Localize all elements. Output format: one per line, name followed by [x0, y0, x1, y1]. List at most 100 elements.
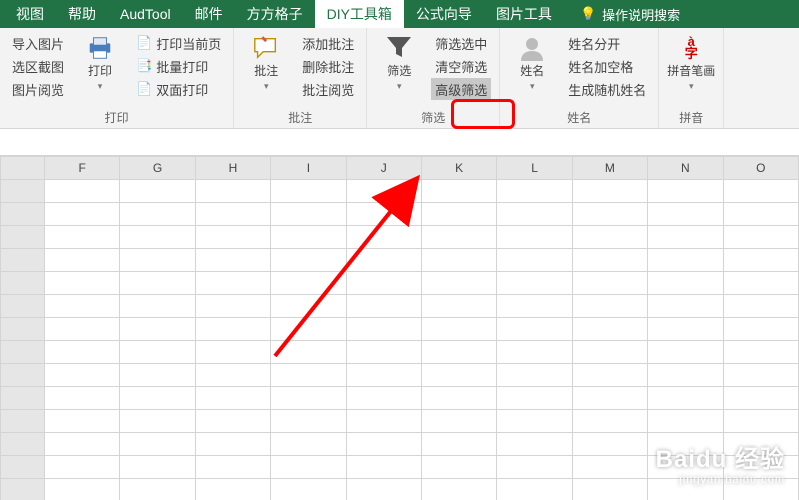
cell[interactable]: [497, 456, 572, 479]
cell[interactable]: [195, 203, 270, 226]
row-header[interactable]: [1, 456, 45, 479]
cell[interactable]: [346, 479, 421, 500]
cell[interactable]: [572, 295, 647, 318]
cell[interactable]: [45, 203, 120, 226]
cell[interactable]: [421, 226, 496, 249]
cell[interactable]: [421, 387, 496, 410]
cell[interactable]: [723, 295, 798, 318]
cell[interactable]: [723, 318, 798, 341]
cell[interactable]: [195, 410, 270, 433]
cell[interactable]: [648, 180, 723, 203]
cell[interactable]: [45, 387, 120, 410]
cell[interactable]: [45, 295, 120, 318]
cell[interactable]: [45, 410, 120, 433]
cell[interactable]: [120, 479, 195, 500]
cell[interactable]: [195, 433, 270, 456]
cell[interactable]: [497, 387, 572, 410]
cell[interactable]: [45, 249, 120, 272]
cell[interactable]: [421, 295, 496, 318]
duplex-print-button[interactable]: 📄双面打印: [132, 78, 225, 100]
cell[interactable]: [723, 387, 798, 410]
pinyin-stroke-button[interactable]: à字 拼音笔画▾: [667, 32, 715, 93]
col-header[interactable]: J: [346, 157, 421, 180]
cell[interactable]: [120, 433, 195, 456]
cell[interactable]: [572, 387, 647, 410]
cell[interactable]: [572, 249, 647, 272]
cell[interactable]: [195, 479, 270, 500]
row-header[interactable]: [1, 364, 45, 387]
tab-audtool[interactable]: AudTool: [108, 0, 183, 28]
cell[interactable]: [497, 318, 572, 341]
cell[interactable]: [271, 249, 346, 272]
col-header[interactable]: K: [421, 157, 496, 180]
cell[interactable]: [120, 180, 195, 203]
filter-selected-button[interactable]: 筛选选中: [431, 32, 491, 54]
cell[interactable]: [120, 249, 195, 272]
cell[interactable]: [346, 249, 421, 272]
import-picture-button[interactable]: 导入图片: [8, 32, 68, 54]
cell[interactable]: [45, 341, 120, 364]
cell[interactable]: [271, 180, 346, 203]
cell[interactable]: [421, 272, 496, 295]
cell[interactable]: [497, 479, 572, 500]
cell[interactable]: [648, 203, 723, 226]
cell[interactable]: [421, 249, 496, 272]
tab-picture-tools[interactable]: 图片工具: [484, 0, 564, 28]
cell[interactable]: [723, 226, 798, 249]
cell[interactable]: [497, 203, 572, 226]
tell-me-search[interactable]: 💡 操作说明搜索: [580, 0, 680, 28]
cell[interactable]: [271, 272, 346, 295]
cell[interactable]: [572, 456, 647, 479]
cell[interactable]: [271, 341, 346, 364]
tab-ffgz[interactable]: 方方格子: [235, 0, 315, 28]
cell[interactable]: [723, 203, 798, 226]
col-header[interactable]: N: [648, 157, 723, 180]
cell[interactable]: [45, 272, 120, 295]
row-header[interactable]: [1, 410, 45, 433]
table-row[interactable]: [1, 387, 799, 410]
cell[interactable]: [195, 249, 270, 272]
filter-button[interactable]: 筛选▾: [375, 32, 423, 93]
col-header[interactable]: L: [497, 157, 572, 180]
cell[interactable]: [271, 433, 346, 456]
cell[interactable]: [648, 272, 723, 295]
cell[interactable]: [421, 456, 496, 479]
cell[interactable]: [421, 203, 496, 226]
cell[interactable]: [572, 479, 647, 500]
cell[interactable]: [195, 318, 270, 341]
cell[interactable]: [45, 364, 120, 387]
table-row[interactable]: [1, 341, 799, 364]
cell[interactable]: [572, 341, 647, 364]
cell[interactable]: [723, 341, 798, 364]
table-row[interactable]: [1, 180, 799, 203]
cell[interactable]: [421, 318, 496, 341]
cell[interactable]: [120, 203, 195, 226]
name-add-space-button[interactable]: 姓名加空格: [564, 55, 650, 77]
cell[interactable]: [648, 364, 723, 387]
cell[interactable]: [346, 387, 421, 410]
tab-mail[interactable]: 邮件: [183, 0, 235, 28]
row-header[interactable]: [1, 479, 45, 500]
cell[interactable]: [421, 410, 496, 433]
cell[interactable]: [421, 341, 496, 364]
row-header[interactable]: [1, 249, 45, 272]
cell[interactable]: [648, 295, 723, 318]
cell[interactable]: [195, 180, 270, 203]
clear-filter-button[interactable]: 清空筛选: [431, 55, 491, 77]
cell[interactable]: [120, 318, 195, 341]
cell[interactable]: [648, 341, 723, 364]
cell[interactable]: [572, 272, 647, 295]
picture-browse-button[interactable]: 图片阅览: [8, 78, 68, 100]
cell[interactable]: [572, 318, 647, 341]
cell[interactable]: [572, 364, 647, 387]
cell[interactable]: [572, 180, 647, 203]
batch-print-button[interactable]: 📑批量打印: [132, 55, 225, 77]
row-header[interactable]: [1, 226, 45, 249]
table-row[interactable]: [1, 295, 799, 318]
table-row[interactable]: [1, 203, 799, 226]
cell[interactable]: [271, 203, 346, 226]
cell[interactable]: [120, 272, 195, 295]
cell[interactable]: [346, 364, 421, 387]
cell[interactable]: [195, 364, 270, 387]
cell[interactable]: [45, 318, 120, 341]
